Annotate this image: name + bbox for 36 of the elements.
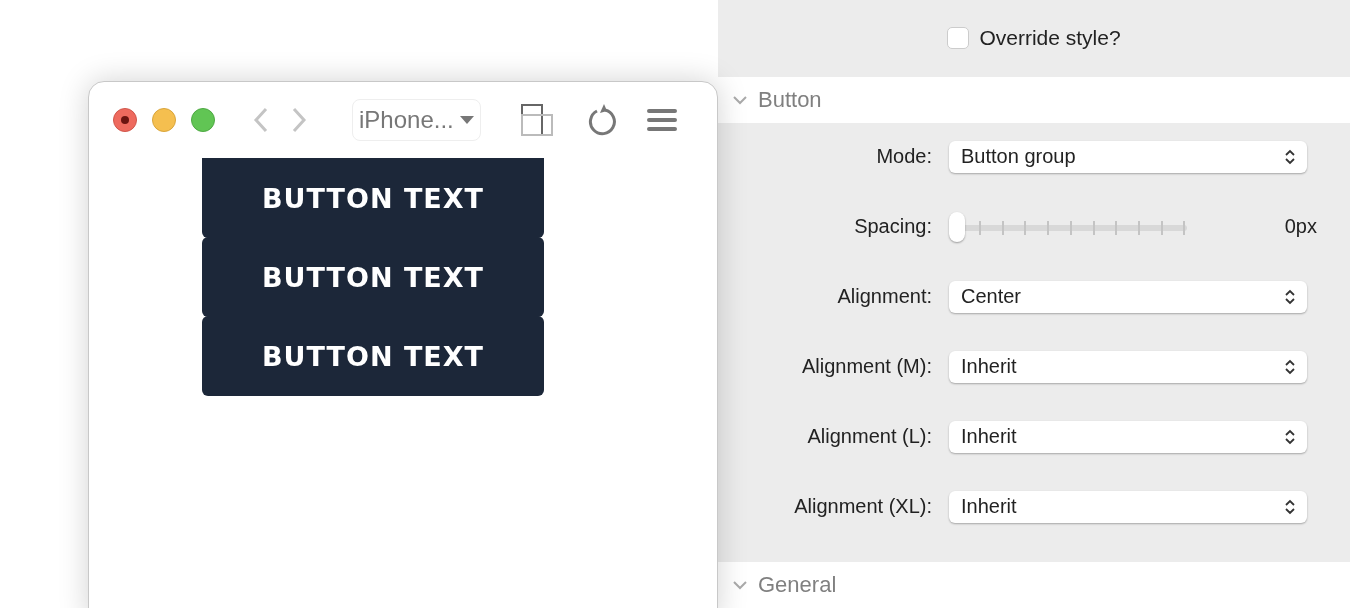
menu-icon[interactable] <box>646 108 677 132</box>
minimize-icon[interactable] <box>152 108 176 132</box>
override-checkbox[interactable] <box>947 27 970 50</box>
select-dropdown[interactable]: Center <box>949 280 1307 313</box>
updown-arrows-icon <box>1285 358 1295 375</box>
preview-button[interactable]: BUTTON TEXT <box>202 158 544 238</box>
preview-button[interactable]: BUTTON TEXT <box>202 237 544 317</box>
field-label: Spacing: <box>854 215 932 239</box>
select-dropdown[interactable]: Button group <box>949 140 1307 173</box>
field-label: Alignment (M): <box>801 355 932 379</box>
device-dropdown[interactable]: iPhone... <box>352 99 481 141</box>
reload-icon[interactable] <box>586 103 617 137</box>
device-rotate-icon[interactable] <box>520 103 555 137</box>
chevron-icon <box>732 579 748 590</box>
zoom-icon[interactable] <box>191 108 215 132</box>
checkbox-label: Override style? <box>979 26 1121 51</box>
caret-icon <box>459 116 474 124</box>
slider-value: 0px <box>1284 215 1317 239</box>
updown-arrows-icon <box>1285 148 1295 165</box>
section-header[interactable]: General <box>718 561 1350 608</box>
updown-arrows-icon <box>1285 288 1295 305</box>
slider-track[interactable] <box>949 210 1187 243</box>
preview-button[interactable]: BUTTON TEXT <box>202 316 544 396</box>
field-label: Alignment (L): <box>807 425 932 449</box>
chevron-icon <box>732 94 748 105</box>
field-label: Mode: <box>876 145 932 169</box>
updown-arrows-icon <box>1285 498 1295 515</box>
field-label: Alignment (XL): <box>794 495 932 519</box>
select-dropdown[interactable]: Inherit <box>949 420 1307 453</box>
section-header[interactable]: Button <box>718 76 1350 123</box>
close-icon[interactable] <box>113 108 137 132</box>
select-dropdown[interactable]: Inherit <box>949 350 1307 383</box>
updown-arrows-icon <box>1285 428 1295 445</box>
field-label: Alignment: <box>837 285 932 309</box>
slider-thumb[interactable] <box>949 211 965 242</box>
select-dropdown[interactable]: Inherit <box>949 490 1307 523</box>
